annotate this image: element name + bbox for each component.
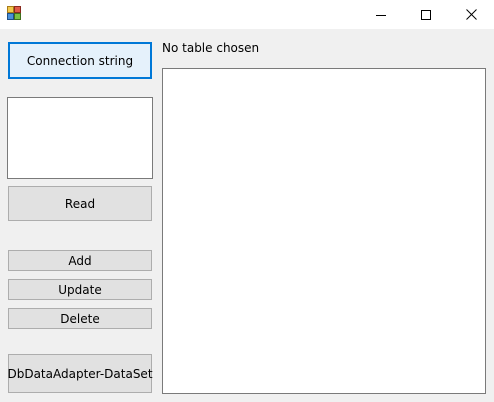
app-icon bbox=[7, 6, 21, 20]
minimize-icon bbox=[376, 14, 386, 16]
update-button[interactable]: Update bbox=[8, 279, 152, 300]
maximize-button[interactable] bbox=[403, 0, 449, 29]
close-icon bbox=[465, 9, 477, 20]
data-grid[interactable] bbox=[162, 68, 486, 394]
minimize-button[interactable] bbox=[358, 0, 404, 29]
title-bar[interactable] bbox=[0, 0, 494, 29]
read-button[interactable]: Read bbox=[8, 186, 152, 221]
delete-button[interactable]: Delete bbox=[8, 308, 152, 329]
add-button[interactable]: Add bbox=[8, 250, 152, 271]
maximize-icon bbox=[421, 9, 431, 20]
table-status-label: No table chosen bbox=[162, 41, 260, 55]
close-button[interactable] bbox=[448, 0, 494, 29]
dbdataadapter-dataset-button[interactable]: DbDataAdapter-DataSet bbox=[7, 354, 153, 393]
table-listbox[interactable] bbox=[7, 97, 153, 179]
main-window: Connection string Read Add Update Delete… bbox=[0, 0, 494, 402]
connection-string-button[interactable]: Connection string bbox=[8, 42, 152, 79]
